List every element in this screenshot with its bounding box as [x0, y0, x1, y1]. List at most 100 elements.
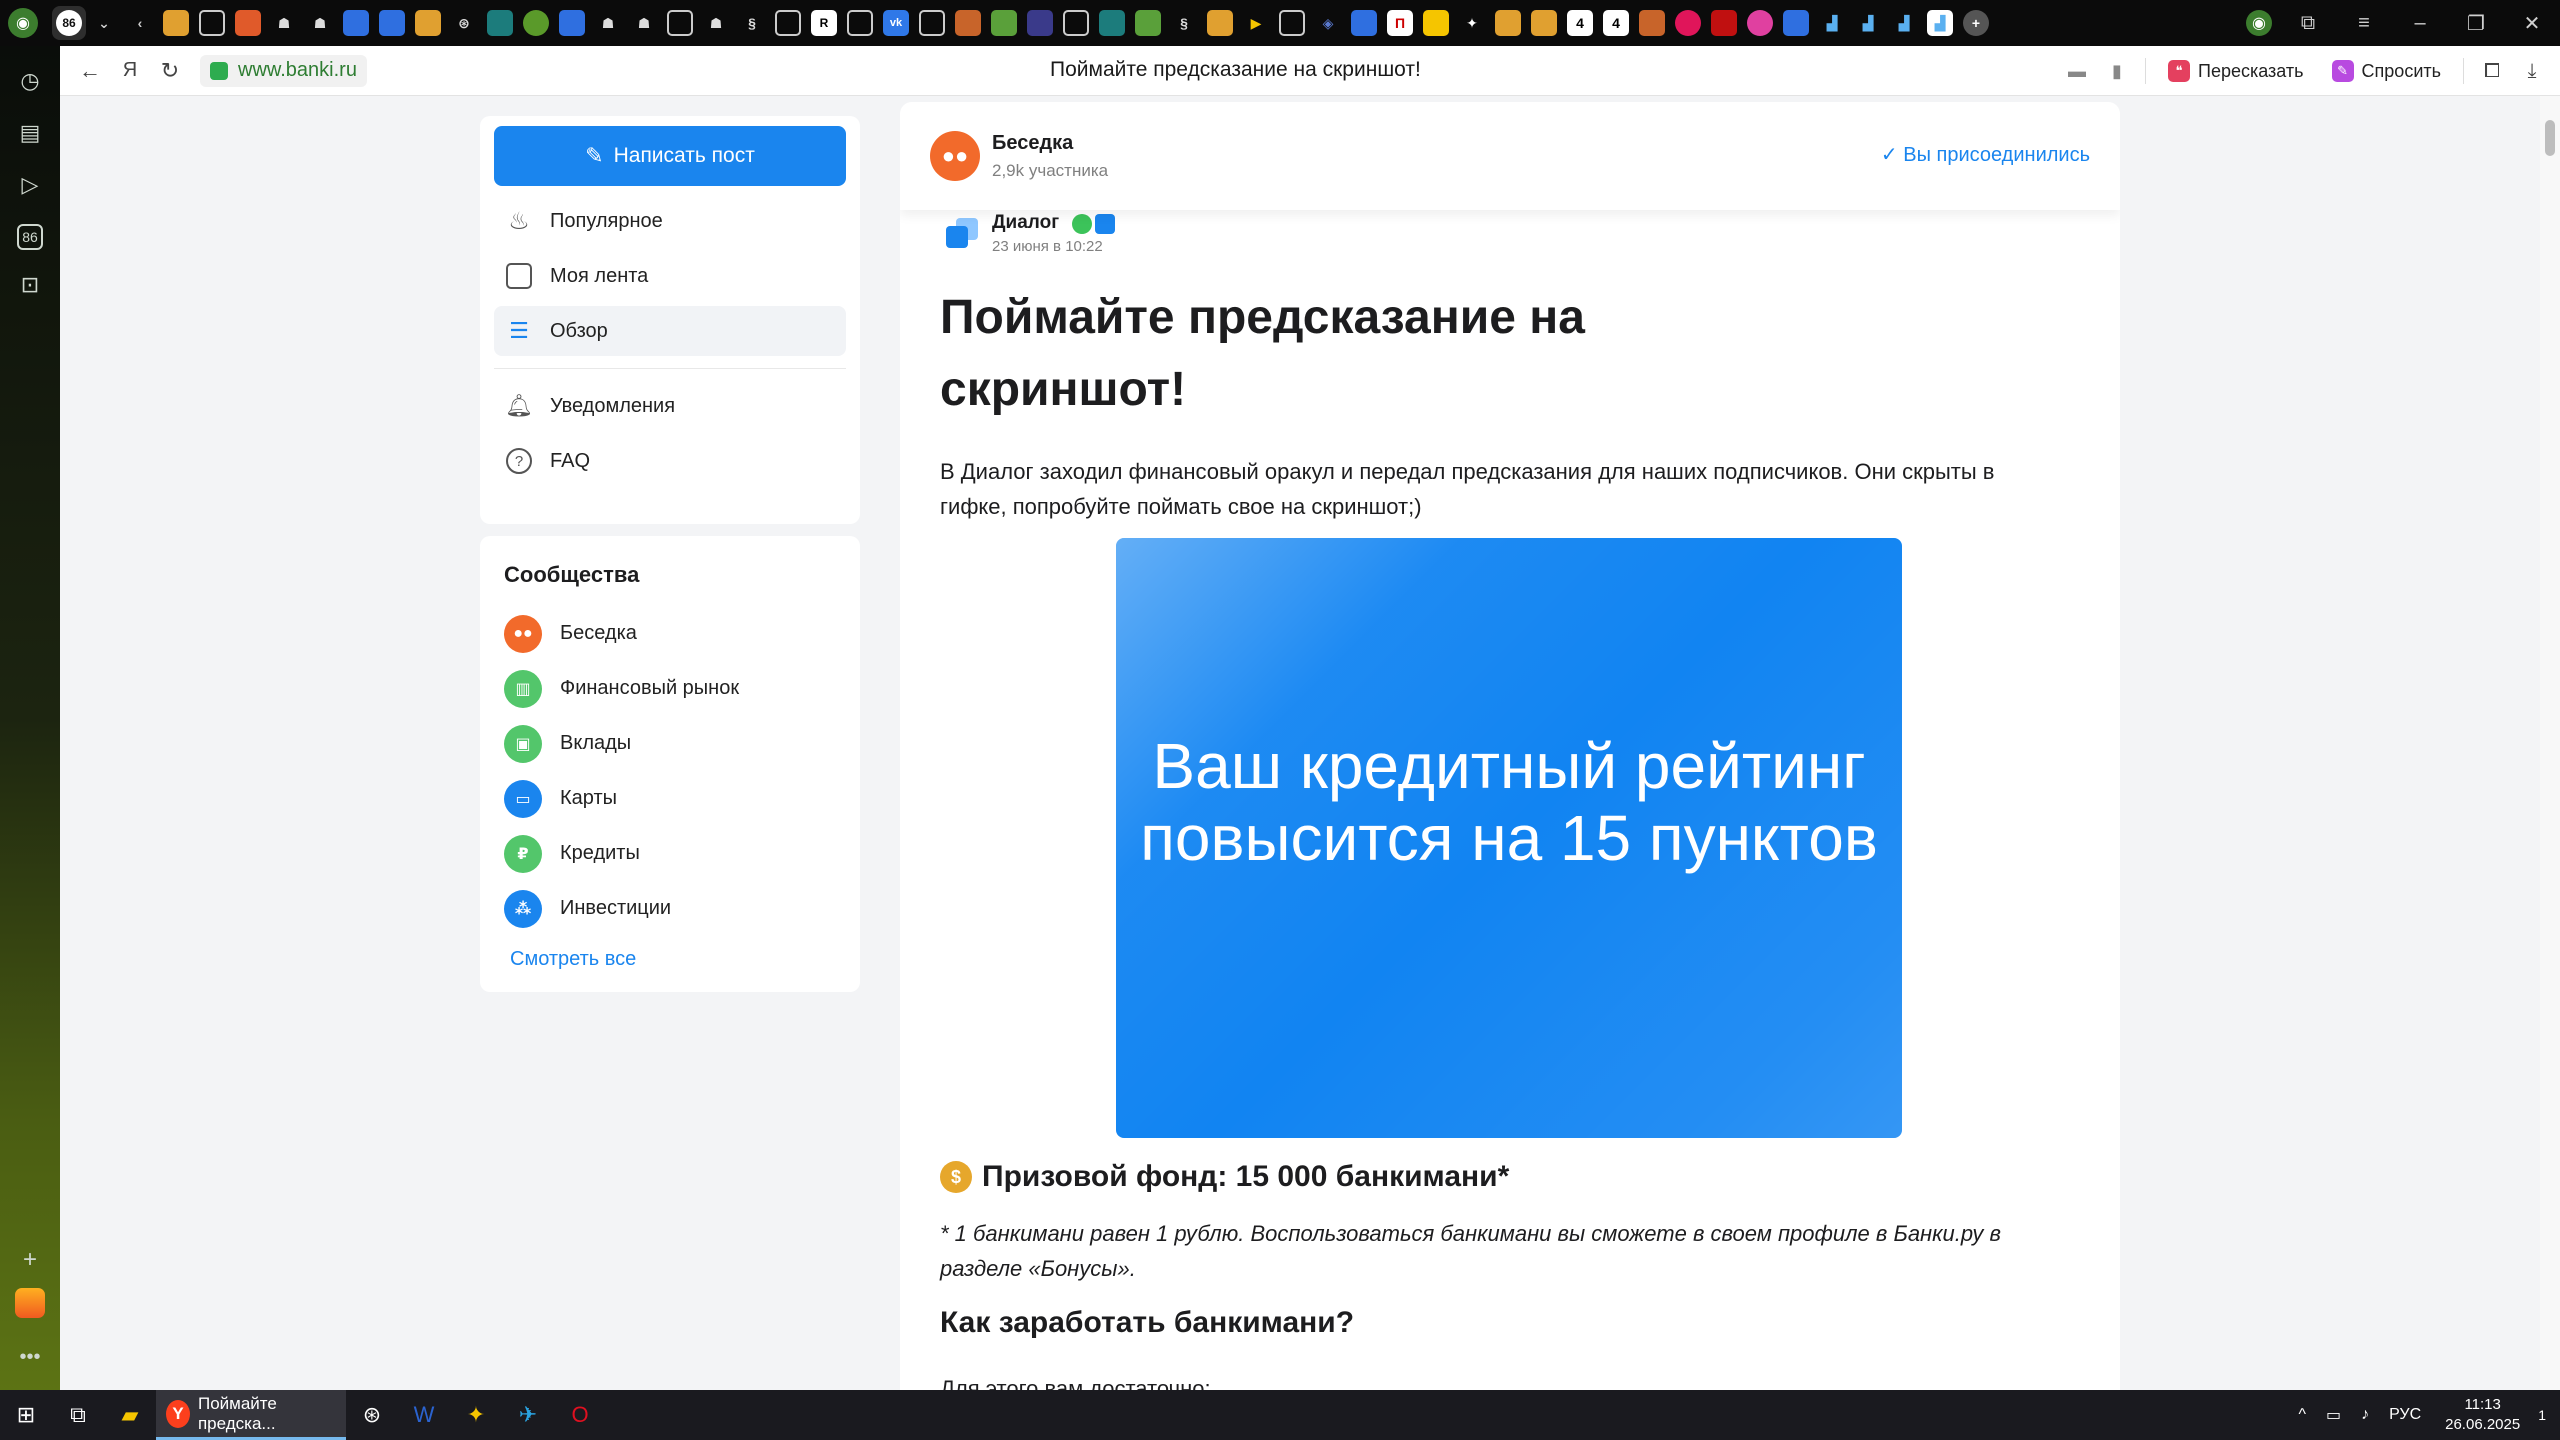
- tab-favicon-blue[interactable]: [559, 10, 585, 36]
- tab-favicon-page[interactable]: [847, 10, 873, 36]
- tab-favicon-purple[interactable]: [1027, 10, 1053, 36]
- tab-favicon-orange[interactable]: [1639, 10, 1665, 36]
- menu-icon[interactable]: ≡: [2336, 12, 2392, 35]
- tab-favicon-page[interactable]: [775, 10, 801, 36]
- community-item-deposits[interactable]: ▣ Вклады: [504, 716, 836, 771]
- tab-favicon-blue[interactable]: [1783, 10, 1809, 36]
- tab-favicon-page[interactable]: [199, 10, 225, 36]
- opera-icon[interactable]: O: [554, 1390, 606, 1440]
- tab-favicon-green[interactable]: [991, 10, 1017, 36]
- joined-button[interactable]: ✓ Вы присоединились: [1881, 142, 2090, 167]
- start-icon[interactable]: ⊞: [0, 1390, 52, 1440]
- ask-button[interactable]: ✎ Спросить: [2331, 60, 2441, 82]
- tabs-dropdown-icon[interactable]: ⌄: [91, 10, 117, 36]
- tab-favicon-pink[interactable]: [1675, 10, 1701, 36]
- tab-favicon-orange[interactable]: [955, 10, 981, 36]
- tab-favicon-chart[interactable]: ▟: [1891, 10, 1917, 36]
- collections-icon[interactable]: ⧉: [2280, 12, 2336, 35]
- notifications-icon[interactable]: 1: [2538, 1407, 2546, 1423]
- tab-favicon-doc[interactable]: [1531, 10, 1557, 36]
- write-post-button[interactable]: ✎ Написать пост: [494, 126, 846, 186]
- nav-item-overview[interactable]: ☰ Обзор: [494, 306, 846, 356]
- tab-favicon-blue[interactable]: [343, 10, 369, 36]
- tab-favicon-shield[interactable]: ◈: [1315, 10, 1341, 36]
- taskbar-active-window[interactable]: Y Поймайте предска...: [156, 1390, 346, 1440]
- tab-favicon-vk[interactable]: vk: [883, 10, 909, 36]
- community-item-besedka[interactable]: ●● Беседка: [504, 606, 836, 661]
- language-indicator[interactable]: РУС: [2389, 1406, 2421, 1424]
- tab-favicon-current[interactable]: ▟: [1927, 10, 1953, 36]
- tab-favicon-steam[interactable]: ⊛: [451, 10, 477, 36]
- reload-icon[interactable]: ↻: [150, 51, 190, 91]
- tab-favicon-doc[interactable]: [415, 10, 441, 36]
- tab-favicon-yellow[interactable]: [1423, 10, 1449, 36]
- clock[interactable]: 11:13 26.06.2025: [2445, 1395, 2520, 1435]
- url-field[interactable]: www.banki.ru: [200, 54, 367, 87]
- tab-favicon-red[interactable]: [1711, 10, 1737, 36]
- screenshot-icon[interactable]: ⊡: [15, 272, 45, 302]
- explorer-icon[interactable]: ▰: [104, 1390, 156, 1440]
- download-icon[interactable]: ⤓: [2512, 51, 2552, 91]
- close-icon[interactable]: ✕: [2504, 11, 2560, 36]
- retell-button[interactable]: ❝ Пересказать: [2168, 60, 2304, 82]
- add-panel-icon[interactable]: +: [0, 1246, 60, 1274]
- task-view-icon[interactable]: ⧉: [52, 1390, 104, 1440]
- volume-icon[interactable]: ♪: [2361, 1406, 2369, 1424]
- tab-favicon-teal[interactable]: [487, 10, 513, 36]
- tab-favicon-page[interactable]: [1063, 10, 1089, 36]
- network-icon[interactable]: ▭: [2326, 1405, 2341, 1425]
- nav-item-popular[interactable]: ♨ Популярное: [494, 196, 846, 246]
- app-icon[interactable]: ✦: [450, 1390, 502, 1440]
- tab-favicon-blue[interactable]: [1351, 10, 1377, 36]
- bookmark-icon[interactable]: ▮: [2097, 51, 2137, 91]
- tab-favicon-green[interactable]: [1135, 10, 1161, 36]
- author-name[interactable]: Диалог: [992, 212, 1059, 233]
- tab-favicon-page[interactable]: [1279, 10, 1305, 36]
- tab-favicon-doc[interactable]: [1495, 10, 1521, 36]
- page-scrollbar[interactable]: [2540, 96, 2560, 1390]
- tab-favicon-page[interactable]: [667, 10, 693, 36]
- group-name[interactable]: Беседка: [992, 132, 1108, 155]
- see-all-link[interactable]: Смотреть все: [504, 948, 636, 971]
- tab-favicon-teal[interactable]: [1099, 10, 1125, 36]
- tab-favicon-image[interactable]: [235, 10, 261, 36]
- video-icon[interactable]: ▷: [15, 172, 45, 202]
- nav-item-my-feed[interactable]: Моя лента: [494, 251, 846, 301]
- reviews-icon[interactable]: ▬: [2057, 51, 2097, 91]
- tab-favicon-p[interactable]: П: [1387, 10, 1413, 36]
- tab-favicon-plus[interactable]: ✦: [1459, 10, 1485, 36]
- tab-favicon-4[interactable]: 4: [1603, 10, 1629, 36]
- steam-icon[interactable]: ⊛: [346, 1390, 398, 1440]
- tab-favicon-mask[interactable]: ☗: [271, 10, 297, 36]
- scroll-left-icon[interactable]: ‹: [127, 10, 153, 36]
- tray-expand-icon[interactable]: ^: [2298, 1406, 2306, 1424]
- yandex-icon[interactable]: Я: [110, 51, 150, 91]
- scroll-thumb[interactable]: [2545, 120, 2555, 156]
- nav-item-faq[interactable]: ? FAQ: [494, 436, 846, 486]
- group-avatar-icon[interactable]: ●●: [930, 131, 980, 181]
- history-icon[interactable]: ◷: [15, 68, 45, 98]
- restore-icon[interactable]: ❐: [2448, 11, 2504, 36]
- tab-favicon-page[interactable]: [919, 10, 945, 36]
- nav-item-notifications[interactable]: 🔔︎ Уведомления: [494, 381, 846, 431]
- tab-favicon-doc[interactable]: [1207, 10, 1233, 36]
- back-icon[interactable]: ←: [70, 51, 110, 91]
- profile-icon[interactable]: ◉: [2246, 10, 2272, 36]
- community-item-credits[interactable]: ₽ Кредиты: [504, 826, 836, 881]
- tab-favicon-mask[interactable]: ☗: [631, 10, 657, 36]
- tab-favicon-green[interactable]: [523, 10, 549, 36]
- tab-favicon-blue[interactable]: [379, 10, 405, 36]
- minimize-icon[interactable]: –: [2392, 12, 2448, 35]
- telegram-icon[interactable]: ✈: [502, 1390, 554, 1440]
- tab-favicon-mask[interactable]: ☗: [307, 10, 333, 36]
- tab-favicon-chart[interactable]: ▟: [1819, 10, 1845, 36]
- notes-icon[interactable]: ▤: [15, 120, 45, 150]
- community-item-market[interactable]: ▥ Финансовый рынок: [504, 661, 836, 716]
- tab-favicon-magenta[interactable]: [1747, 10, 1773, 36]
- new-tab-icon[interactable]: +: [1963, 10, 1989, 36]
- word-icon[interactable]: W: [398, 1390, 450, 1440]
- tab-favicon-play[interactable]: ▶: [1243, 10, 1269, 36]
- tab-favicon-4[interactable]: 4: [1567, 10, 1593, 36]
- tab-favicon-link[interactable]: §: [739, 10, 765, 36]
- sidebar-toggle-icon[interactable]: ⧠: [2472, 51, 2512, 91]
